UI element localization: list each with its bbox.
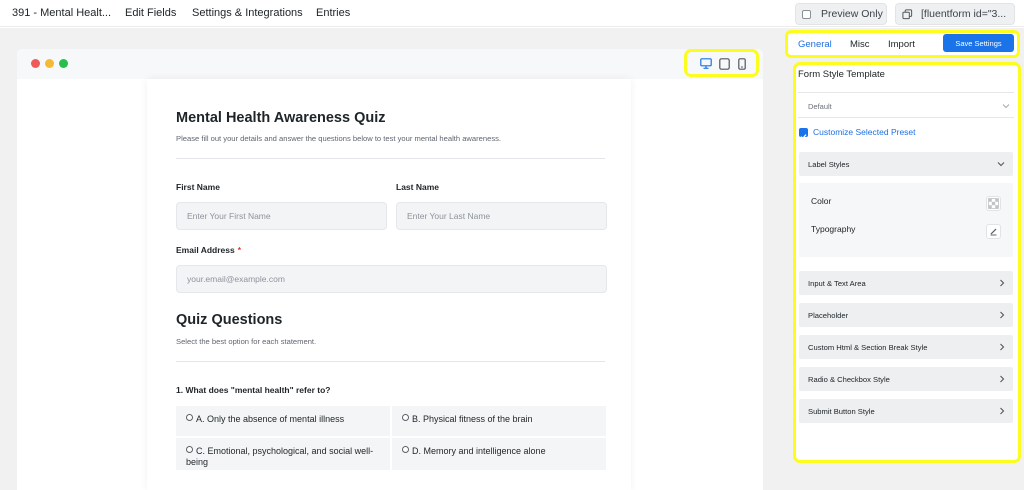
tab-general[interactable]: General xyxy=(798,39,832,50)
device-switcher xyxy=(684,49,759,77)
customize-preset-checkbox[interactable] xyxy=(799,128,808,140)
accordion-radio-checkbox[interactable]: Radio & Checkbox Style xyxy=(799,367,1013,391)
accordion-label-styles[interactable]: Label Styles xyxy=(799,152,1013,176)
preview-canvas: Mental Health Awareness Quiz Please fill… xyxy=(0,28,785,490)
submit-button-style-title: Submit Button Style xyxy=(808,407,875,416)
pencil-icon xyxy=(990,228,997,236)
preview-checkbox[interactable] xyxy=(802,9,811,19)
chevron-right-icon xyxy=(1000,279,1005,287)
desktop-icon[interactable] xyxy=(700,58,712,69)
custom-html-title: Custom Html & Section Break Style xyxy=(808,343,928,352)
option-a-label: A. Only the absence of mental illness xyxy=(196,414,345,424)
window-minimize-dot xyxy=(45,59,54,68)
copy-icon xyxy=(902,8,913,19)
window-close-dot xyxy=(31,59,40,68)
typography-edit-button[interactable] xyxy=(986,224,1001,239)
option-a[interactable]: A. Only the absence of mental illness xyxy=(176,406,390,436)
tab-import[interactable]: Import xyxy=(888,39,915,50)
email-input[interactable] xyxy=(176,265,607,293)
form-description: Please fill out your details and answer … xyxy=(176,134,502,143)
window-maximize-dot xyxy=(59,59,68,68)
accordion-input-text-area[interactable]: Input & Text Area xyxy=(799,271,1013,295)
color-picker-button[interactable] xyxy=(986,196,1001,211)
settings-tabs: General Misc Import Save Settings xyxy=(785,30,1020,58)
chevron-right-icon xyxy=(1000,311,1005,319)
customize-preset-label[interactable]: Customize Selected Preset xyxy=(813,127,916,137)
form-style-template-title: Form Style Template xyxy=(798,69,885,80)
divider xyxy=(176,158,605,159)
radio-button[interactable] xyxy=(402,414,409,421)
radio-checkbox-title: Radio & Checkbox Style xyxy=(808,375,890,384)
input-text-area-title: Input & Text Area xyxy=(808,279,866,288)
nav-edit-fields[interactable]: Edit Fields xyxy=(125,7,176,19)
shortcode-copy-button[interactable]: [fluentform id="3... xyxy=(895,3,1015,25)
shortcode-text: [fluentform id="3... xyxy=(921,8,1007,20)
chevron-down-icon xyxy=(1002,104,1010,109)
accordion-placeholder[interactable]: Placeholder xyxy=(799,303,1013,327)
label-styles-title: Label Styles xyxy=(808,160,850,169)
checkmark-icon xyxy=(800,134,807,140)
preview-window-header xyxy=(17,49,763,79)
style-template-select[interactable]: Default xyxy=(798,92,1014,118)
accordion-submit-button[interactable]: Submit Button Style xyxy=(799,399,1013,423)
tablet-icon[interactable] xyxy=(719,58,730,70)
form-preview-card: Mental Health Awareness Quiz Please fill… xyxy=(147,79,631,490)
radio-button[interactable] xyxy=(402,446,409,453)
preview-window: Mental Health Awareness Quiz Please fill… xyxy=(17,49,763,490)
chevron-right-icon xyxy=(1000,375,1005,383)
form-title: Mental Health Awareness Quiz xyxy=(176,110,386,126)
email-label-text: Email Address xyxy=(176,245,235,255)
accordion-custom-html[interactable]: Custom Html & Section Break Style xyxy=(799,335,1013,359)
typography-label: Typography xyxy=(811,224,856,234)
transparent-color-icon xyxy=(988,198,999,209)
color-label: Color xyxy=(811,196,832,206)
first-name-input[interactable] xyxy=(176,202,387,230)
required-asterisk: * xyxy=(237,245,242,255)
form-name[interactable]: 391 - Mental Healt... xyxy=(12,7,111,19)
option-d[interactable]: D. Memory and intelligence alone xyxy=(392,438,606,470)
radio-button[interactable] xyxy=(186,414,193,421)
option-c[interactable]: C. Emotional, psychological, and social … xyxy=(176,438,390,470)
preview-only-toggle[interactable]: Preview Only xyxy=(795,3,887,25)
nav-entries[interactable]: Entries xyxy=(316,7,350,19)
label-styles-body: Color Typography xyxy=(799,183,1013,257)
first-name-label: First Name xyxy=(176,182,220,192)
top-bar: 391 - Mental Healt... Edit Fields Settin… xyxy=(0,0,1024,27)
chevron-down-icon xyxy=(997,162,1005,167)
style-template-settings: Form Style Template Default Customize Se… xyxy=(793,62,1021,463)
placeholder-title: Placeholder xyxy=(808,311,849,320)
option-d-label: D. Memory and intelligence alone xyxy=(412,446,546,456)
section-description: Select the best option for each statemen… xyxy=(176,337,317,346)
preview-only-label: Preview Only xyxy=(821,8,883,20)
tab-misc[interactable]: Misc xyxy=(850,39,870,50)
style-settings-panel: General Misc Import Save Settings Form S… xyxy=(785,28,1024,490)
last-name-input[interactable] xyxy=(396,202,607,230)
nav-settings-integrations[interactable]: Settings & Integrations xyxy=(192,7,303,19)
save-settings-button[interactable]: Save Settings xyxy=(943,34,1014,52)
section-title: Quiz Questions xyxy=(176,312,283,328)
divider xyxy=(176,361,605,362)
question-label: 1. What does "mental health" refer to? xyxy=(176,385,331,395)
last-name-label: Last Name xyxy=(396,182,439,192)
option-b-label: B. Physical fitness of the brain xyxy=(412,414,533,424)
option-c-label: C. Emotional, psychological, and social … xyxy=(186,446,374,467)
email-label: Email Address * xyxy=(176,245,241,255)
style-template-value: Default xyxy=(808,102,832,111)
mobile-icon[interactable] xyxy=(738,58,746,70)
chevron-right-icon xyxy=(1000,343,1005,351)
chevron-right-icon xyxy=(1000,407,1005,415)
option-b[interactable]: B. Physical fitness of the brain xyxy=(392,406,606,436)
